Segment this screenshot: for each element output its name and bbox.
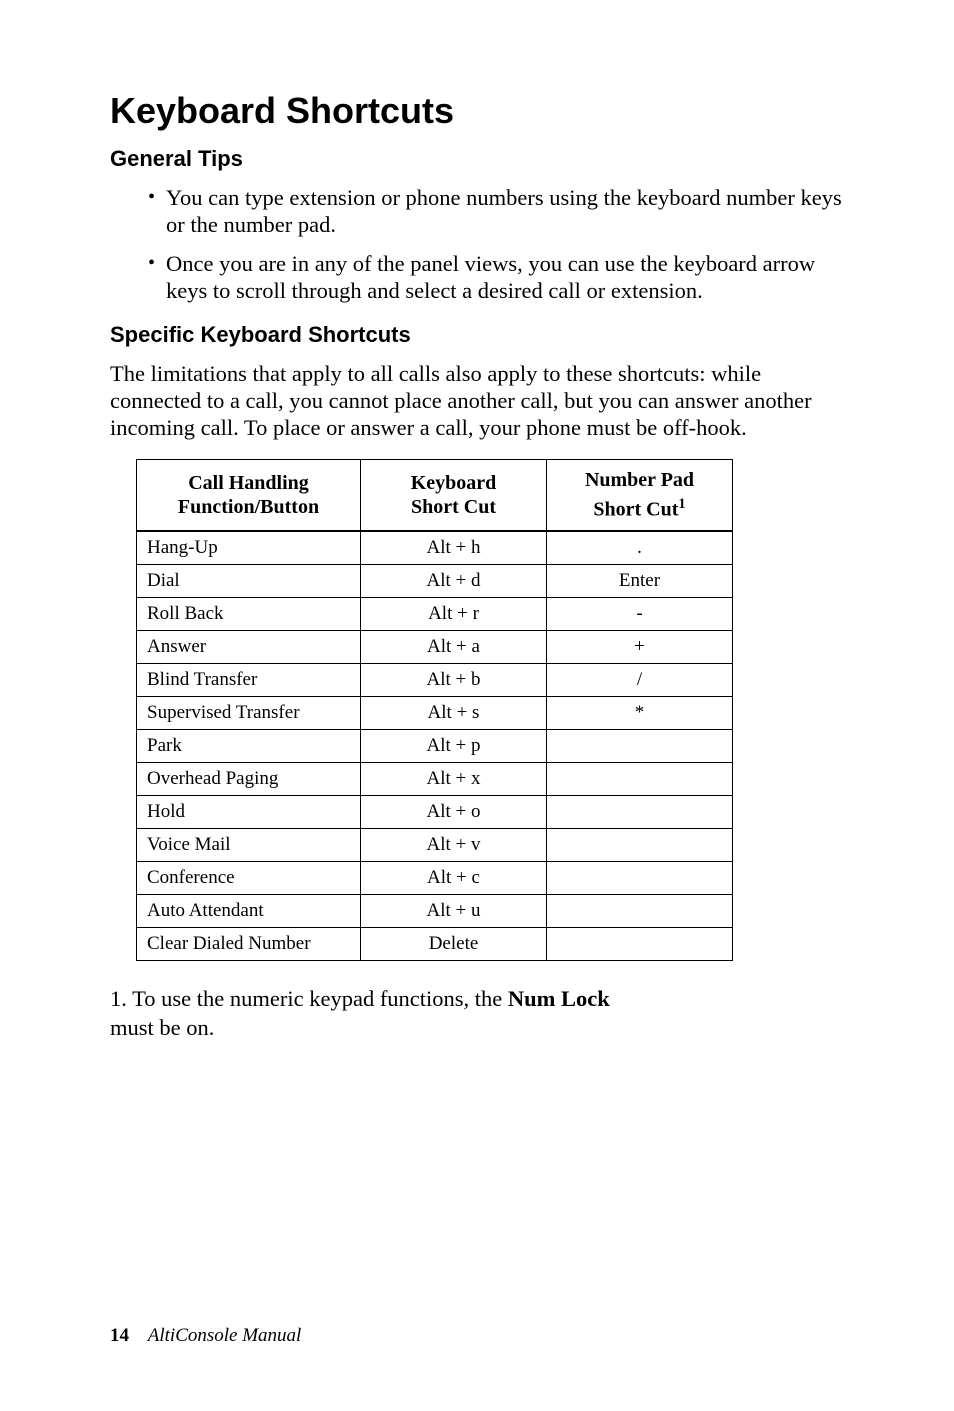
list-item: • Once you are in any of the panel views… [148, 250, 844, 304]
col-header-line2: Function/Button [178, 496, 319, 518]
cell-key: Delete [361, 927, 547, 960]
cell-func: Overhead Paging [137, 762, 361, 795]
cell-key: Alt + s [361, 696, 547, 729]
specific-shortcuts-intro: The limitations that apply to all calls … [110, 360, 844, 441]
cell-key: Alt + a [361, 630, 547, 663]
cell-func: Conference [137, 861, 361, 894]
cell-func: Hold [137, 795, 361, 828]
cell-key: Alt + b [361, 663, 547, 696]
col-header-line2: Short Cut [593, 499, 678, 521]
specific-shortcuts-heading: Specific Keyboard Shortcuts [110, 322, 844, 348]
table-row: Supervised TransferAlt + s* [137, 696, 733, 729]
table-header-row: Call Handling Function/Button Keyboard S… [137, 460, 733, 531]
cell-func: Auto Attendant [137, 894, 361, 927]
cell-num [547, 795, 733, 828]
cell-func: Supervised Transfer [137, 696, 361, 729]
cell-num [547, 927, 733, 960]
col-header-numpad: Number Pad Short Cut1 [547, 460, 733, 531]
table-row: AnswerAlt + a+ [137, 630, 733, 663]
doc-title: AltiConsole Manual [148, 1325, 302, 1346]
table-row: Roll BackAlt + r- [137, 597, 733, 630]
footnote-line: 1. To use the numeric keypad functions, … [110, 985, 844, 1012]
cell-num [547, 828, 733, 861]
footnote-bold: Num Lock [508, 986, 610, 1011]
cell-key: Alt + d [361, 564, 547, 597]
general-tips-list: • You can type extension or phone number… [110, 184, 844, 304]
cell-func: Blind Transfer [137, 663, 361, 696]
table-row: HoldAlt + o [137, 795, 733, 828]
col-header-line1: Call Handling [188, 472, 309, 494]
footnote-prefix: 1. To use the numeric keypad functions, … [110, 986, 508, 1011]
table-row: Clear Dialed NumberDelete [137, 927, 733, 960]
list-item-text: You can type extension or phone numbers … [166, 184, 844, 238]
col-header-keyboard: Keyboard Short Cut [361, 460, 547, 531]
page-title: Keyboard Shortcuts [110, 90, 844, 132]
cell-num: + [547, 630, 733, 663]
cell-key: Alt + r [361, 597, 547, 630]
general-tips-heading: General Tips [110, 146, 844, 172]
cell-func: Clear Dialed Number [137, 927, 361, 960]
table-row: Overhead PagingAlt + x [137, 762, 733, 795]
cell-num [547, 894, 733, 927]
footnote-suffix: must be on. [110, 1014, 844, 1041]
cell-num [547, 861, 733, 894]
table-row: ParkAlt + p [137, 729, 733, 762]
cell-func: Voice Mail [137, 828, 361, 861]
cell-key: Alt + c [361, 861, 547, 894]
cell-num: - [547, 597, 733, 630]
cell-key: Alt + p [361, 729, 547, 762]
cell-func: Answer [137, 630, 361, 663]
cell-func: Roll Back [137, 597, 361, 630]
col-header-line2: Short Cut [411, 496, 496, 518]
list-item-text: Once you are in any of the panel views, … [166, 250, 844, 304]
cell-key: Alt + x [361, 762, 547, 795]
cell-num: / [547, 663, 733, 696]
page-footer: 14 AltiConsole Manual [110, 1325, 301, 1347]
cell-key: Alt + o [361, 795, 547, 828]
table-row: Hang-UpAlt + h. [137, 531, 733, 565]
table-row: Auto AttendantAlt + u [137, 894, 733, 927]
cell-num [547, 729, 733, 762]
cell-num: * [547, 696, 733, 729]
cell-func: Dial [137, 564, 361, 597]
col-header-function: Call Handling Function/Button [137, 460, 361, 531]
table-body: Hang-UpAlt + h. DialAlt + dEnter Roll Ba… [137, 531, 733, 961]
col-header-line1: Number Pad [585, 469, 694, 491]
cell-num: Enter [547, 564, 733, 597]
cell-key: Alt + h [361, 531, 547, 565]
cell-key: Alt + v [361, 828, 547, 861]
footnote-ref: 1 [678, 496, 685, 512]
bullet-icon: • [148, 250, 166, 277]
col-header-line1: Keyboard [411, 472, 497, 494]
cell-func: Park [137, 729, 361, 762]
bullet-icon: • [148, 184, 166, 211]
shortcuts-table: Call Handling Function/Button Keyboard S… [136, 459, 733, 961]
cell-key: Alt + u [361, 894, 547, 927]
table-row: Voice MailAlt + v [137, 828, 733, 861]
cell-num: . [547, 531, 733, 565]
table-row: ConferenceAlt + c [137, 861, 733, 894]
cell-num [547, 762, 733, 795]
table-row: Blind TransferAlt + b/ [137, 663, 733, 696]
list-item: • You can type extension or phone number… [148, 184, 844, 238]
table-row: DialAlt + dEnter [137, 564, 733, 597]
page-number: 14 [110, 1325, 129, 1346]
cell-func: Hang-Up [137, 531, 361, 565]
